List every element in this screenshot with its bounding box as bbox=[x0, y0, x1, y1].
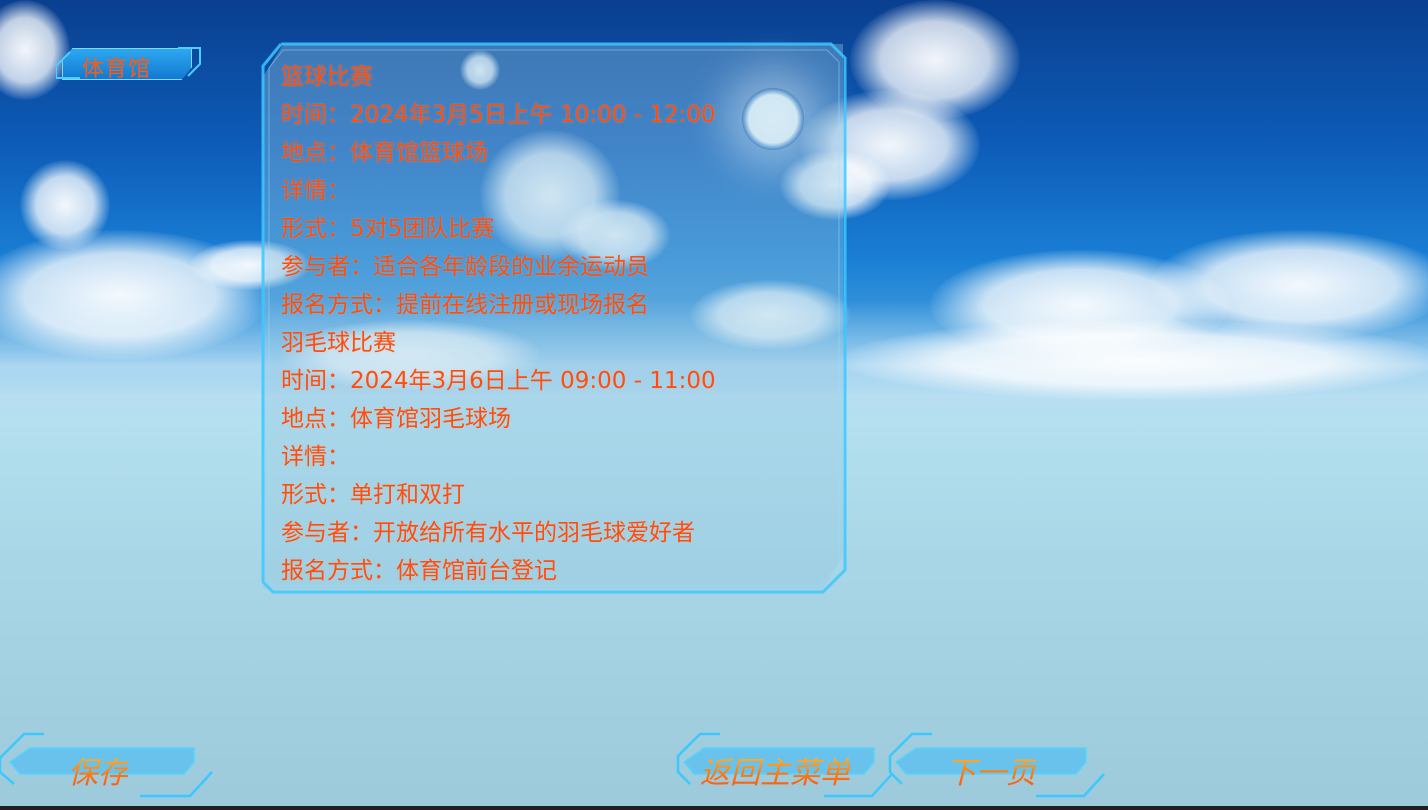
event-location: 地点：体育馆羽毛球场 bbox=[281, 406, 511, 432]
location-tag: 体育馆 bbox=[56, 46, 202, 82]
event-registration: 报名方式：提前在线注册或现场报名 bbox=[281, 292, 649, 318]
cloud bbox=[840, 320, 1428, 400]
event-participants: 参与者：开放给所有水平的羽毛球爱好者 bbox=[281, 520, 695, 546]
event-details-heading: 详情： bbox=[281, 178, 350, 204]
back-to-menu-button-label: 返回主菜单 bbox=[700, 748, 850, 792]
game-scene: 体育馆 篮球比赛 时间：2024年3月5日上午 10:00 - 12:00 地点… bbox=[0, 0, 1428, 810]
next-page-button[interactable]: 下一页 bbox=[886, 732, 1108, 802]
event-time: 时间：2024年3月6日上午 09:00 - 11:00 bbox=[281, 368, 716, 394]
save-button-label: 保存 bbox=[68, 748, 128, 792]
location-tag-label: 体育馆 bbox=[82, 57, 152, 82]
next-page-button-label: 下一页 bbox=[946, 748, 1036, 792]
event-title-badminton: 羽毛球比赛 bbox=[281, 330, 396, 356]
event-participants: 参与者：适合各年龄段的业余运动员 bbox=[281, 254, 649, 280]
back-to-menu-button[interactable]: 返回主菜单 bbox=[674, 732, 896, 802]
info-panel-text: 篮球比赛 时间：2024年3月5日上午 10:00 - 12:00 地点：体育馆… bbox=[281, 60, 841, 592]
event-title-basketball: 篮球比赛 bbox=[281, 64, 373, 90]
event-format: 形式：单打和双打 bbox=[281, 482, 465, 508]
event-format: 形式：5对5团队比赛 bbox=[281, 216, 495, 242]
event-location: 地点：体育馆篮球场 bbox=[281, 140, 488, 166]
event-registration: 报名方式：体育馆前台登记 bbox=[281, 558, 557, 584]
save-button[interactable]: 保存 bbox=[0, 732, 214, 802]
bottom-border bbox=[0, 806, 1428, 810]
event-time: 时间：2024年3月5日上午 10:00 - 12:00 bbox=[281, 102, 716, 128]
event-details-heading: 详情： bbox=[281, 444, 350, 470]
